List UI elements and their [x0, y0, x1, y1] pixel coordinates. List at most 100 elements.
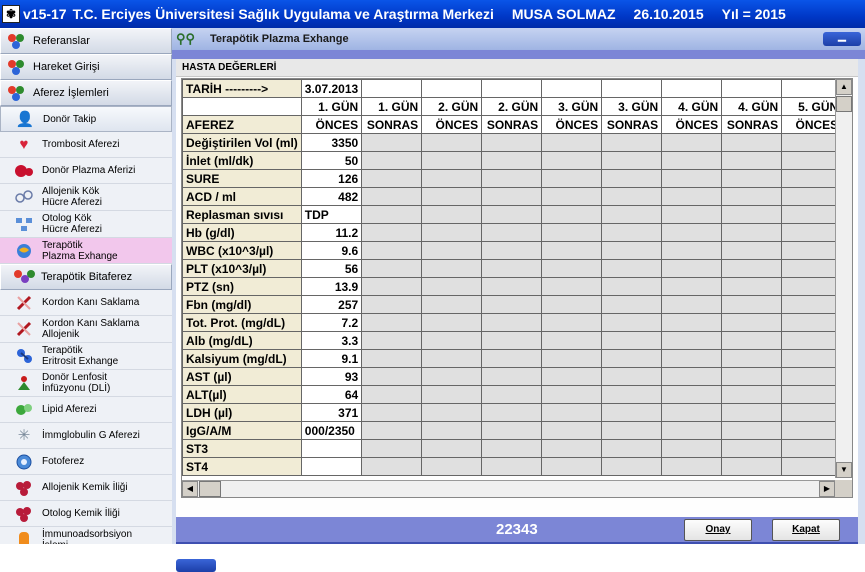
- value-cell[interactable]: [601, 169, 663, 188]
- value-cell[interactable]: 7.2: [300, 313, 363, 332]
- app-icon[interactable]: ✾: [2, 5, 20, 23]
- value-cell[interactable]: [481, 349, 543, 368]
- value-cell[interactable]: [781, 187, 843, 206]
- value-cell[interactable]: [781, 439, 843, 458]
- value-cell[interactable]: [601, 151, 663, 170]
- value-cell[interactable]: [781, 205, 843, 224]
- value-cell[interactable]: [661, 367, 723, 386]
- value-cell[interactable]: [481, 151, 543, 170]
- date-cell[interactable]: [601, 79, 663, 98]
- date-cell[interactable]: 3.07.2013: [300, 79, 363, 98]
- value-cell[interactable]: [300, 439, 363, 458]
- value-cell[interactable]: [721, 205, 783, 224]
- sidebar-item-trombosit-aferezi[interactable]: ♥ Trombosit Aferezi: [0, 132, 172, 158]
- value-cell[interactable]: [601, 295, 663, 314]
- value-cell[interactable]: 371: [300, 403, 363, 422]
- value-cell[interactable]: [661, 241, 723, 260]
- value-cell[interactable]: 64: [300, 385, 363, 404]
- value-cell[interactable]: [481, 133, 543, 152]
- value-cell[interactable]: [421, 403, 483, 422]
- value-cell[interactable]: [601, 331, 663, 350]
- date-cell[interactable]: [541, 79, 603, 98]
- value-cell[interactable]: [721, 241, 783, 260]
- value-cell[interactable]: [361, 241, 423, 260]
- value-cell[interactable]: [541, 277, 603, 296]
- value-cell[interactable]: 000/2350: [300, 421, 363, 440]
- value-cell[interactable]: [781, 223, 843, 242]
- value-cell[interactable]: [721, 277, 783, 296]
- value-cell[interactable]: [361, 349, 423, 368]
- sidebar-item-allojenik-kok-hucre[interactable]: Allojenik Kök Hücre Aferezi: [0, 184, 172, 211]
- value-cell[interactable]: [721, 367, 783, 386]
- value-cell[interactable]: [361, 277, 423, 296]
- close-button[interactable]: Kapat: [772, 519, 840, 541]
- value-cell[interactable]: [661, 439, 723, 458]
- value-cell[interactable]: [421, 223, 483, 242]
- value-cell[interactable]: [300, 457, 363, 476]
- value-cell[interactable]: [781, 151, 843, 170]
- value-cell[interactable]: [601, 403, 663, 422]
- value-cell[interactable]: 9.6: [300, 241, 363, 260]
- value-cell[interactable]: [361, 439, 423, 458]
- value-cell[interactable]: [721, 223, 783, 242]
- value-cell[interactable]: [421, 205, 483, 224]
- value-cell[interactable]: [481, 403, 543, 422]
- value-cell[interactable]: [361, 295, 423, 314]
- value-cell[interactable]: [541, 241, 603, 260]
- value-cell[interactable]: 3.3: [300, 331, 363, 350]
- vertical-scroll-thumb[interactable]: [836, 96, 852, 112]
- value-cell[interactable]: [481, 331, 543, 350]
- value-cell[interactable]: [721, 313, 783, 332]
- value-cell[interactable]: [721, 259, 783, 278]
- value-cell[interactable]: [541, 187, 603, 206]
- value-cell[interactable]: [361, 205, 423, 224]
- value-cell[interactable]: 93: [300, 367, 363, 386]
- value-cell[interactable]: [481, 241, 543, 260]
- value-cell[interactable]: [781, 421, 843, 440]
- sidebar-item-kordon-kani[interactable]: Kordon Kanı Saklama: [0, 290, 172, 316]
- value-cell[interactable]: [361, 259, 423, 278]
- value-cell[interactable]: [661, 205, 723, 224]
- value-cell[interactable]: [361, 169, 423, 188]
- value-cell[interactable]: [781, 331, 843, 350]
- value-cell[interactable]: [781, 133, 843, 152]
- value-cell[interactable]: [601, 421, 663, 440]
- value-cell[interactable]: [601, 241, 663, 260]
- value-cell[interactable]: [541, 457, 603, 476]
- value-cell[interactable]: [781, 367, 843, 386]
- value-cell[interactable]: [481, 277, 543, 296]
- value-cell[interactable]: [721, 295, 783, 314]
- value-cell[interactable]: [361, 367, 423, 386]
- value-cell[interactable]: [781, 259, 843, 278]
- value-cell[interactable]: [481, 457, 543, 476]
- sidebar-item-kordon-kani-allojenik[interactable]: Kordon Kanı Saklama Allojenik: [0, 316, 172, 343]
- value-cell[interactable]: [541, 259, 603, 278]
- sidebar-item-donor-plazma-aferizi[interactable]: Donör Plazma Aferizi: [0, 158, 172, 184]
- value-cell[interactable]: 126: [300, 169, 363, 188]
- value-cell[interactable]: [361, 421, 423, 440]
- value-cell[interactable]: [661, 295, 723, 314]
- value-cell[interactable]: [361, 187, 423, 206]
- value-cell[interactable]: [721, 331, 783, 350]
- value-cell[interactable]: [541, 403, 603, 422]
- value-cell[interactable]: [361, 151, 423, 170]
- value-cell[interactable]: [721, 151, 783, 170]
- value-cell[interactable]: 50: [300, 151, 363, 170]
- value-cell[interactable]: [661, 151, 723, 170]
- value-cell[interactable]: 257: [300, 295, 363, 314]
- value-cell[interactable]: [661, 133, 723, 152]
- value-cell[interactable]: [421, 295, 483, 314]
- value-cell[interactable]: [661, 385, 723, 404]
- value-cell[interactable]: [481, 367, 543, 386]
- value-cell[interactable]: [481, 421, 543, 440]
- sidebar-item-terapotik-plazma[interactable]: Terapötik Plazma Exhange: [0, 238, 172, 264]
- value-cell[interactable]: [361, 313, 423, 332]
- value-cell[interactable]: [601, 205, 663, 224]
- value-cell[interactable]: [781, 241, 843, 260]
- value-cell[interactable]: [661, 313, 723, 332]
- value-cell[interactable]: [601, 259, 663, 278]
- value-cell[interactable]: [541, 151, 603, 170]
- value-cell[interactable]: [661, 457, 723, 476]
- value-cell[interactable]: [541, 439, 603, 458]
- value-cell[interactable]: [421, 385, 483, 404]
